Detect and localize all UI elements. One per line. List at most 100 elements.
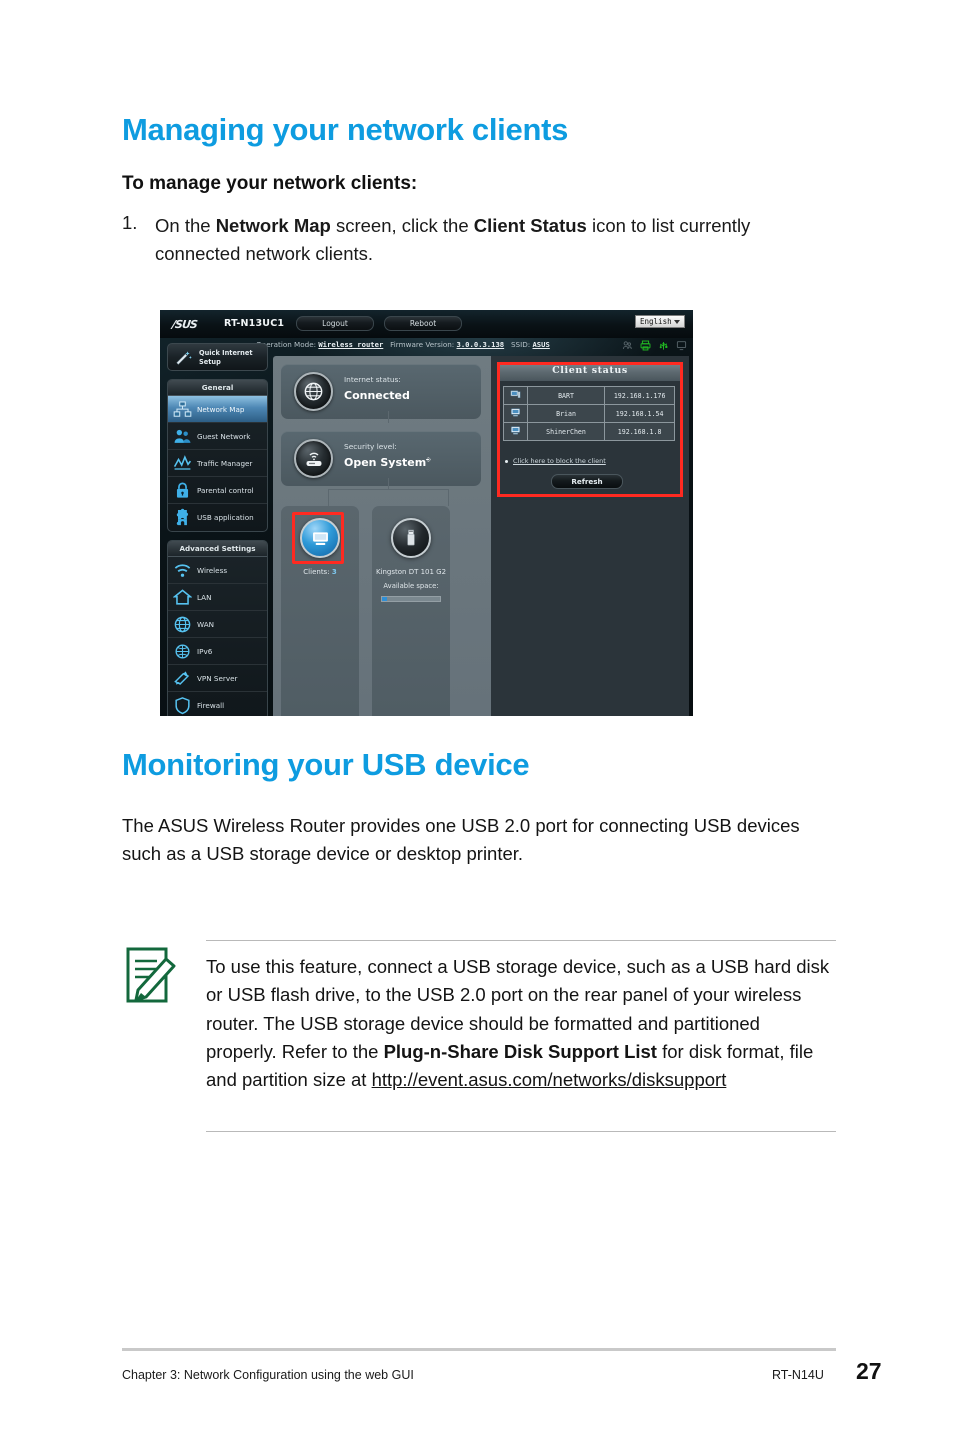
refresh-button[interactable]: Refresh bbox=[551, 474, 623, 489]
asus-logo: /SUS bbox=[171, 318, 198, 331]
clients-caption: Clients: 3 bbox=[281, 568, 359, 576]
quick-internet-setup-button[interactable]: Quick Internet Setup bbox=[167, 343, 268, 371]
footer-divider bbox=[122, 1348, 836, 1351]
footer-page-number: 27 bbox=[856, 1358, 882, 1384]
step-text-a: On the bbox=[155, 215, 216, 236]
sidebar-item-network-map[interactable]: Network Map bbox=[168, 396, 267, 423]
note-link[interactable]: http://event.asus.com/networks/disksuppo… bbox=[372, 1069, 727, 1090]
client-ip: 192.168.1.8 bbox=[604, 422, 675, 441]
section-heading-managing-clients: Managing your network clients bbox=[122, 112, 569, 147]
sidebar-item-guest-network[interactable]: Guest Network bbox=[168, 423, 267, 450]
internet-status-card[interactable]: Internet status: Connected bbox=[281, 364, 481, 419]
globe-icon bbox=[174, 616, 191, 632]
sidebar-item-wan-label: WAN bbox=[197, 619, 215, 629]
router-web-gui-screenshot: /SUS RT-N13UC1 Logout Reboot English Ope… bbox=[160, 310, 693, 716]
sidebar-item-lan[interactable]: LAN bbox=[168, 584, 267, 611]
ssid-label: SSID: bbox=[510, 340, 531, 349]
table-row[interactable]: BART 192.168.1.176 bbox=[503, 386, 675, 405]
bullet-icon bbox=[505, 459, 508, 463]
desktop-icon bbox=[510, 390, 521, 398]
security-level-card[interactable]: Security level: Open System⎆ bbox=[281, 431, 481, 486]
vpn-icon bbox=[174, 670, 190, 685]
reboot-button[interactable]: Reboot bbox=[384, 316, 462, 331]
internet-status-orb bbox=[294, 372, 333, 411]
block-client-link[interactable]: Click here to block the client bbox=[513, 457, 606, 465]
sidebar-item-ipv6[interactable]: IPv6 bbox=[168, 638, 267, 665]
router-model-label: RT-N13UC1 bbox=[224, 318, 285, 329]
printer-icon[interactable] bbox=[640, 340, 651, 351]
sidebar-item-traffic-manager-label: Traffic Manager bbox=[197, 458, 253, 468]
sidebar-item-traffic-manager[interactable]: Traffic Manager bbox=[168, 450, 267, 477]
home-icon bbox=[173, 588, 192, 605]
client-status-column: Client status BART 192.168.1.176 Brian 1… bbox=[491, 356, 689, 716]
usb-flash-drive-icon bbox=[407, 529, 415, 546]
sidebar-item-lan-label: LAN bbox=[197, 592, 212, 602]
usb-intro-paragraph: The ASUS Wireless Router provides one US… bbox=[122, 815, 800, 865]
traffic-manager-icon bbox=[173, 454, 192, 470]
client-status-panel: Client status BART 192.168.1.176 Brian 1… bbox=[497, 362, 683, 497]
map-connector-2 bbox=[388, 478, 389, 489]
network-map-column: Internet status: Connected Security leve… bbox=[273, 356, 491, 716]
clients-count: 3 bbox=[331, 568, 337, 576]
sidebar-item-wireless[interactable]: Wireless bbox=[168, 557, 267, 584]
note-top-rule bbox=[206, 940, 836, 941]
lock-icon bbox=[176, 482, 189, 498]
client-row-icon-cell bbox=[503, 404, 528, 423]
block-client-line: Click here to block the client bbox=[505, 457, 606, 465]
sidebar-item-vpn-server[interactable]: VPN Server bbox=[168, 665, 267, 692]
sidebar-item-usb-application[interactable]: USB application bbox=[168, 504, 267, 531]
note-box: To use this feature, connect a USB stora… bbox=[122, 935, 836, 1140]
firmware-version-label: Firmware Version: bbox=[390, 340, 455, 349]
sidebar-item-firewall-label: Firewall bbox=[197, 701, 225, 710]
gui-sidebar: Quick Internet Setup General Network Map bbox=[167, 343, 268, 716]
sidebar-item-firewall[interactable]: Firewall bbox=[168, 692, 267, 716]
step-bold-network-map: Network Map bbox=[215, 215, 331, 236]
client-name: BART bbox=[526, 386, 606, 405]
client-status-title: Client status bbox=[497, 362, 683, 381]
guest-network-icon[interactable] bbox=[622, 340, 633, 351]
ssid-value[interactable]: ASUS bbox=[532, 340, 549, 349]
router-signal-icon bbox=[306, 452, 321, 466]
client-row-icon-cell bbox=[503, 386, 528, 405]
language-select[interactable]: English bbox=[635, 315, 685, 328]
firmware-version-value[interactable]: 3.0.0.3.138 bbox=[457, 340, 505, 349]
usb-device-card[interactable]: Kingston DT 101 G2 Available space: bbox=[372, 506, 450, 716]
step-text-b: screen, click the bbox=[330, 215, 474, 236]
footer-model-text: RT-N14U bbox=[772, 1368, 824, 1382]
note-text: To use this feature, connect a USB stora… bbox=[206, 953, 834, 1094]
table-row[interactable]: ShinerChen 192.168.1.8 bbox=[503, 422, 675, 441]
map-connector-5 bbox=[448, 489, 449, 506]
logout-button[interactable]: Logout bbox=[296, 316, 374, 331]
client-ip: 192.168.1.54 bbox=[604, 404, 675, 423]
note-bottom-rule bbox=[206, 1131, 836, 1132]
guest-network-icon bbox=[174, 429, 191, 443]
usb-available-space-label: Available space: bbox=[383, 582, 439, 590]
globe-icon bbox=[304, 382, 323, 401]
security-level-value-text: Open System bbox=[344, 456, 427, 469]
monitor-icon[interactable] bbox=[676, 340, 687, 351]
internet-status-label: Internet status: bbox=[344, 375, 401, 384]
operation-mode-value[interactable]: Wireless router bbox=[318, 340, 383, 349]
internet-status-value: Connected bbox=[344, 389, 410, 402]
note-pencil-icon bbox=[124, 945, 180, 1010]
sidebar-item-wan[interactable]: WAN bbox=[168, 611, 267, 638]
puzzle-icon bbox=[176, 508, 189, 526]
table-row[interactable]: Brian 192.168.1.54 bbox=[503, 404, 675, 423]
ipv6-globe-icon bbox=[175, 643, 190, 659]
client-name: ShinerChen bbox=[526, 422, 606, 441]
note-bold-plug-n-share: Plug-n-Share Disk Support List bbox=[383, 1040, 657, 1062]
monitor-icon bbox=[510, 408, 520, 417]
chevron-down-icon bbox=[674, 320, 680, 324]
sidebar-item-usb-application-label: USB application bbox=[197, 513, 254, 522]
sidebar-item-parental-control[interactable]: Parental control bbox=[168, 477, 267, 504]
client-status-table: BART 192.168.1.176 Brian 192.168.1.54 Sh… bbox=[503, 386, 675, 441]
client-ip: 192.168.1.176 bbox=[604, 386, 675, 405]
sidebar-item-vpn-server-label: VPN Server bbox=[197, 673, 238, 683]
map-connector-1 bbox=[388, 411, 389, 423]
security-level-orb bbox=[294, 439, 333, 478]
usb-icon[interactable] bbox=[658, 340, 669, 351]
cursor-hint-icon: ⎆ bbox=[426, 456, 431, 464]
map-connector-4 bbox=[328, 489, 329, 506]
sidebar-group-general: General Network Map Guest Network Traffi… bbox=[167, 379, 268, 532]
clients-device-card[interactable]: Clients: 3 bbox=[281, 506, 359, 716]
